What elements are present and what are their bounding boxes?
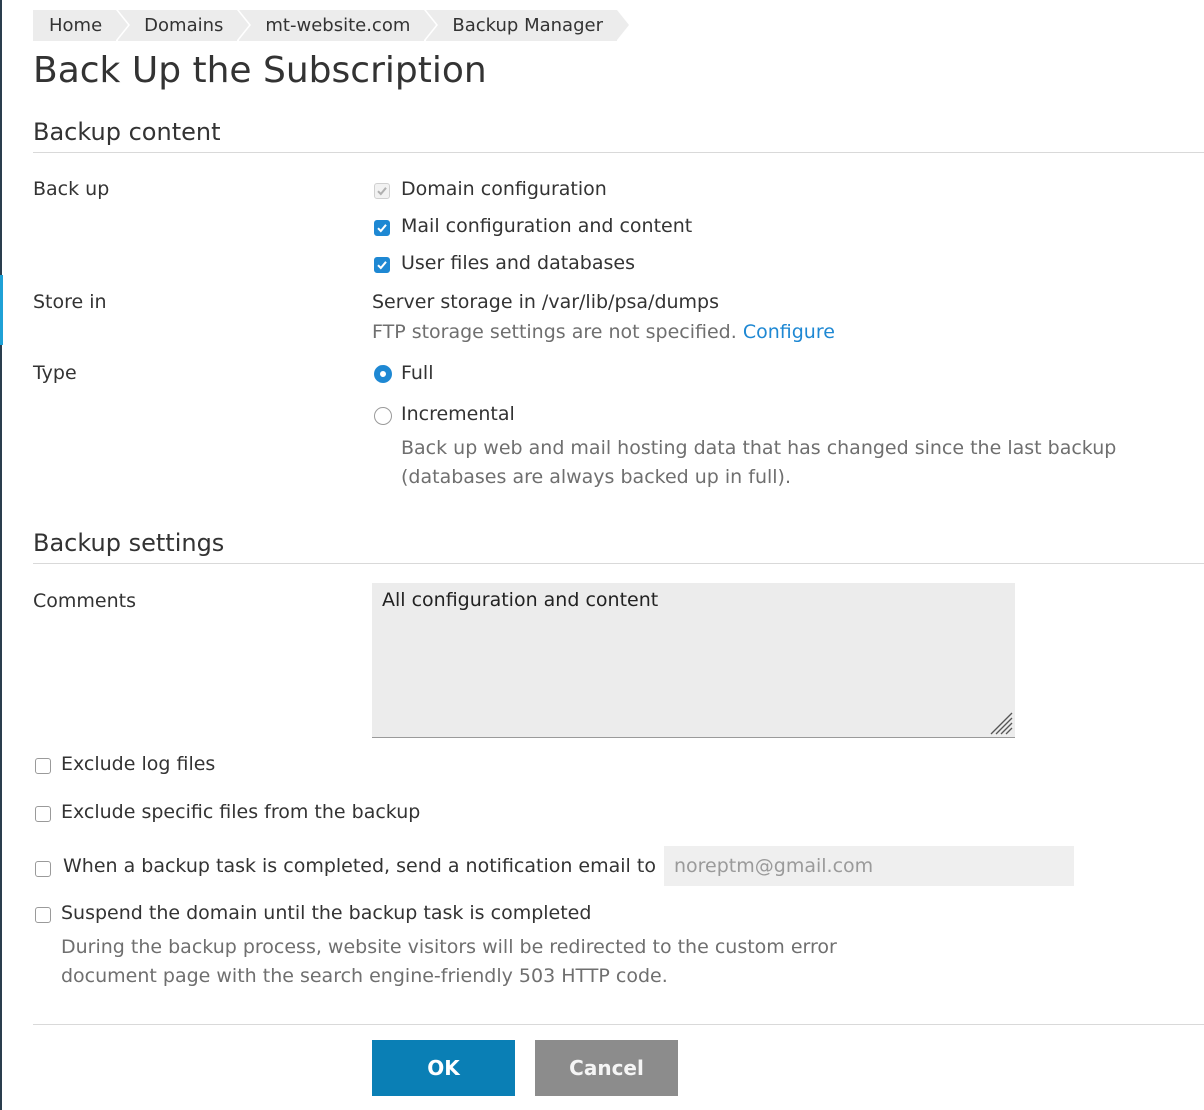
breadcrumb: Home Domains mt-website.com Backup Manag… xyxy=(33,10,631,41)
type-label: Type xyxy=(33,362,77,384)
notification-email-label: When a backup task is completed, send a … xyxy=(63,855,656,877)
mail-configuration-label: Mail configuration and content xyxy=(401,215,693,237)
left-edge-bar xyxy=(0,0,2,1110)
breadcrumb-domain[interactable]: mt-website.com xyxy=(239,10,439,41)
exclude-log-files-label: Exclude log files xyxy=(61,753,216,775)
section-divider xyxy=(33,152,1204,153)
suspend-domain-hint: During the backup process, website visit… xyxy=(61,936,837,987)
comments-textarea[interactable]: All configuration and content xyxy=(372,583,1015,738)
suspend-domain-checkbox[interactable] xyxy=(35,907,51,923)
section-divider xyxy=(33,563,1204,564)
backup-label: Back up xyxy=(33,178,110,200)
exclude-specific-files-label: Exclude specific files from the backup xyxy=(61,801,421,823)
resize-handle-icon[interactable] xyxy=(987,709,1013,735)
ftp-storage-note: FTP storage settings are not specified. … xyxy=(372,318,835,347)
exclude-log-files-checkbox[interactable] xyxy=(35,758,51,774)
user-files-label: User files and databases xyxy=(401,252,635,274)
domain-configuration-checkbox xyxy=(374,183,390,199)
ftp-note-text: FTP storage settings are not specified. xyxy=(372,321,737,343)
notification-email-input[interactable]: noreptm@gmail.com xyxy=(664,846,1074,886)
check-icon xyxy=(377,187,387,196)
breadcrumb-backup-manager[interactable]: Backup Manager xyxy=(426,10,631,41)
check-icon xyxy=(377,261,387,270)
domain-configuration-label: Domain configuration xyxy=(401,178,607,200)
left-edge-highlight xyxy=(0,275,3,345)
breadcrumb-home[interactable]: Home xyxy=(33,10,131,41)
page-title: Back Up the Subscription xyxy=(33,50,487,91)
suspend-domain-label: Suspend the domain until the backup task… xyxy=(61,902,592,924)
notification-email-checkbox[interactable] xyxy=(35,861,51,877)
incremental-hint: Back up web and mail hosting data that h… xyxy=(401,437,1117,488)
store-in-value: Server storage in /var/lib/psa/dumps xyxy=(372,291,720,313)
footer-divider xyxy=(33,1024,1204,1025)
mail-configuration-checkbox[interactable] xyxy=(374,220,390,236)
type-full-label: Full xyxy=(401,362,434,384)
ok-button[interactable]: OK xyxy=(372,1040,515,1096)
comments-value: All configuration and content xyxy=(382,589,659,611)
type-full-radio[interactable] xyxy=(374,365,392,383)
store-in-label: Store in xyxy=(33,291,107,313)
exclude-specific-files-checkbox[interactable] xyxy=(35,806,51,822)
comments-label: Comments xyxy=(33,590,136,612)
type-incremental-radio[interactable] xyxy=(374,407,392,425)
cancel-button[interactable]: Cancel xyxy=(535,1040,678,1096)
user-files-checkbox[interactable] xyxy=(374,257,390,273)
section-title-backup-settings: Backup settings xyxy=(33,529,225,557)
type-incremental-label: Incremental xyxy=(401,403,515,425)
section-title-backup-content: Backup content xyxy=(33,118,221,146)
check-icon xyxy=(377,224,387,233)
breadcrumb-domains[interactable]: Domains xyxy=(118,10,252,41)
configure-link[interactable]: Configure xyxy=(743,321,835,343)
